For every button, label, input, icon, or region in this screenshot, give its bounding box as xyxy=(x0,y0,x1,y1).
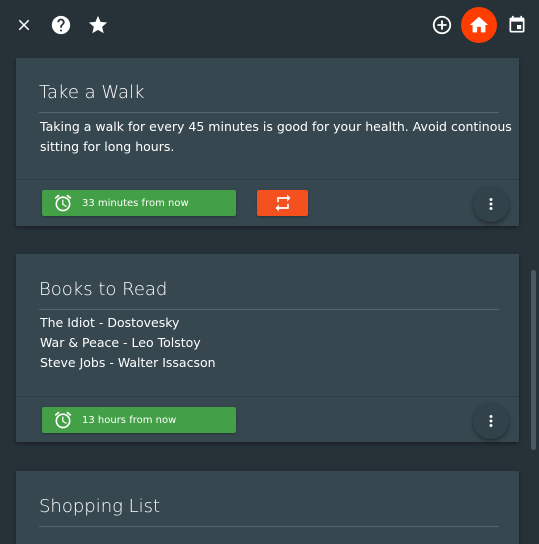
toolbar xyxy=(0,0,539,50)
repeat-icon xyxy=(275,194,290,212)
help-icon xyxy=(51,15,71,35)
note-title: Books to Read xyxy=(39,277,499,310)
close-icon xyxy=(18,19,30,31)
calendar-button[interactable] xyxy=(503,11,531,39)
reminder-chip[interactable]: 33 minutes from now xyxy=(42,190,236,216)
close-button[interactable] xyxy=(10,11,38,39)
star-icon xyxy=(88,15,108,34)
alarm-icon xyxy=(54,411,72,429)
note-title: Shopping List xyxy=(39,494,499,527)
reminder-chip[interactable]: 13 hours from now xyxy=(42,407,236,433)
more-vert-icon xyxy=(489,415,493,427)
note-footer: 13 hours from now xyxy=(16,396,519,445)
home-button[interactable] xyxy=(461,7,497,43)
note-footer: 33 minutes from now xyxy=(16,179,519,228)
more-options-button[interactable] xyxy=(473,186,509,222)
more-options-button[interactable] xyxy=(473,403,509,439)
note-card[interactable]: Shopping List xyxy=(16,471,519,544)
note-body-line: sitting for long hours. xyxy=(40,139,175,154)
note-body: The Idiot - Dostovesky War & Peace - Leo… xyxy=(40,313,500,373)
alarm-icon xyxy=(54,194,72,212)
favorite-button[interactable] xyxy=(84,11,112,39)
add-button[interactable] xyxy=(428,11,456,39)
note-body-line: War & Peace - Leo Tolstoy xyxy=(40,335,201,350)
calendar-icon xyxy=(509,15,525,33)
home-icon xyxy=(469,16,489,33)
note-body-line: Steve Jobs - Walter Issacson xyxy=(40,355,216,370)
scrollbar[interactable] xyxy=(531,270,536,450)
note-card[interactable]: Take a Walk Taking a walk for every 45 m… xyxy=(16,58,519,226)
add-circle-icon xyxy=(432,15,452,35)
more-vert-icon xyxy=(489,198,493,210)
notes-list[interactable]: Take a Walk Taking a walk for every 45 m… xyxy=(0,50,539,544)
note-body-line: Taking a walk for every 45 minutes is go… xyxy=(40,119,512,134)
note-body-line: The Idiot - Dostovesky xyxy=(40,315,180,330)
note-body: Taking a walk for every 45 minutes is go… xyxy=(40,117,512,157)
reminder-label: 13 hours from now xyxy=(82,414,177,426)
help-button[interactable] xyxy=(47,11,75,39)
repeat-button[interactable] xyxy=(257,190,308,216)
note-title: Take a Walk xyxy=(39,80,499,113)
note-card[interactable]: Books to Read The Idiot - Dostovesky War… xyxy=(16,254,519,442)
reminder-label: 33 minutes from now xyxy=(82,197,189,209)
